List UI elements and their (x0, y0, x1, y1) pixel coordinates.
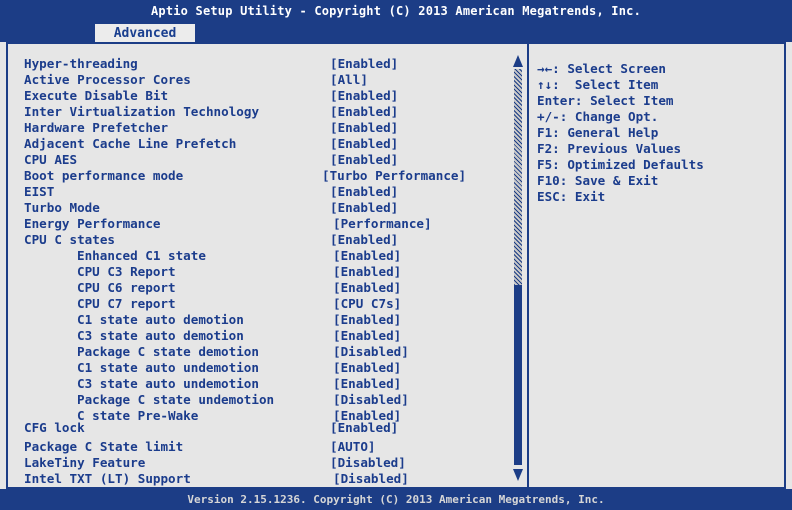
setting-label: C state Pre-Wake (77, 408, 199, 423)
setting-label: Package C state undemotion (77, 392, 275, 407)
setting-label: Hyper-threading (24, 56, 138, 71)
setting-label: LakeTiny Feature (24, 455, 146, 470)
setting-label: Hardware Prefetcher (24, 120, 169, 135)
setting-value[interactable]: [Enabled] (330, 232, 398, 248)
help-item: ESC: Exit (537, 189, 606, 204)
app-title: Aptio Setup Utility - Copyright (C) 2013… (150, 4, 642, 18)
help-item: F10: Save & Exit (537, 173, 659, 188)
help-item: +/-: Change Opt. (537, 109, 659, 124)
setting-label: Energy Performance (24, 216, 161, 231)
setting-label: Package C state demotion (77, 344, 259, 359)
setting-value[interactable]: [Enabled] (333, 248, 401, 264)
scrollbar-thumb[interactable] (514, 285, 522, 465)
setting-value[interactable]: [All] (330, 72, 368, 88)
title-bar: Aptio Setup Utility - Copyright (C) 2013… (0, 0, 792, 42)
setting-value[interactable]: [CPU C7s] (333, 296, 401, 312)
setting-label: Inter Virtualization Technology (24, 104, 260, 119)
setting-value[interactable]: [Performance] (333, 216, 432, 232)
panel-divider (527, 42, 529, 489)
setting-label: CPU C7 report (77, 296, 176, 311)
setting-value[interactable]: [Enabled] (330, 200, 398, 216)
setting-label: Active Processor Cores (24, 72, 191, 87)
setting-value[interactable]: [Disabled] (333, 392, 409, 408)
setting-value[interactable]: [Disabled] (333, 471, 409, 487)
setting-value[interactable]: [Enabled] (330, 152, 398, 168)
setting-value[interactable]: [Enabled] (330, 56, 398, 72)
help-item: ↑↓: Select Item (537, 77, 659, 92)
setting-value[interactable]: [Enabled] (333, 280, 401, 296)
scroll-up-arrow-icon[interactable] (513, 55, 523, 67)
setting-label: C3 state auto demotion (77, 328, 244, 343)
setting-label: CPU AES (24, 152, 78, 167)
scroll-down-arrow-icon[interactable] (513, 469, 523, 481)
setting-value[interactable]: [Enabled] (330, 104, 398, 120)
version-text: Version 2.15.1236. Copyright (C) 2013 Am… (187, 493, 605, 506)
setting-value[interactable]: [Enabled] (333, 376, 401, 392)
setting-value[interactable]: [Turbo Performance] (322, 168, 466, 184)
setting-label: C1 state auto demotion (77, 312, 244, 327)
setting-value[interactable]: [Enabled] (330, 420, 398, 436)
setting-value[interactable]: [Enabled] (333, 360, 401, 376)
setting-value[interactable]: [Enabled] (333, 328, 401, 344)
setting-label: Adjacent Cache Line Prefetch (24, 136, 237, 151)
setting-label: CPU C3 Report (77, 264, 176, 279)
setting-label: C3 state auto undemotion (77, 376, 259, 391)
setting-value[interactable]: [Enabled] (333, 264, 401, 280)
setting-label: CPU C states (24, 232, 115, 247)
setting-value[interactable]: [Enabled] (330, 184, 398, 200)
status-bar: Version 2.15.1236. Copyright (C) 2013 Am… (0, 489, 792, 510)
help-item: Enter: Select Item (537, 93, 674, 108)
setting-value[interactable]: [Disabled] (333, 344, 409, 360)
setting-label: CPU C6 report (77, 280, 176, 295)
setting-label: Enhanced C1 state (77, 248, 206, 263)
help-item: F1: General Help (537, 125, 659, 140)
setting-label: EIST (24, 184, 55, 199)
setting-value[interactable]: [Enabled] (333, 312, 401, 328)
setting-value[interactable]: [Enabled] (330, 88, 398, 104)
help-item: F5: Optimized Defaults (537, 157, 704, 172)
help-item: F2: Previous Values (537, 141, 682, 156)
setting-label: Execute Disable Bit (24, 88, 169, 103)
tab-advanced[interactable]: Advanced (95, 24, 195, 42)
setting-label: Package C State limit (24, 439, 184, 454)
setting-label: CFG lock (24, 420, 85, 435)
setting-value[interactable]: [Disabled] (330, 455, 406, 471)
setting-label: C1 state auto undemotion (77, 360, 259, 375)
setting-label: Intel TXT (LT) Support (24, 471, 191, 486)
scrollbar[interactable] (512, 55, 524, 483)
help-item: →←: Select Screen (537, 61, 666, 76)
setting-label: Boot performance mode (24, 168, 184, 183)
scrollbar-track-dotted (514, 69, 522, 285)
setting-value[interactable]: [Enabled] (330, 120, 398, 136)
setting-value[interactable]: [Enabled] (330, 136, 398, 152)
setting-label: Turbo Mode (24, 200, 100, 215)
setting-value[interactable]: [AUTO] (330, 439, 376, 455)
